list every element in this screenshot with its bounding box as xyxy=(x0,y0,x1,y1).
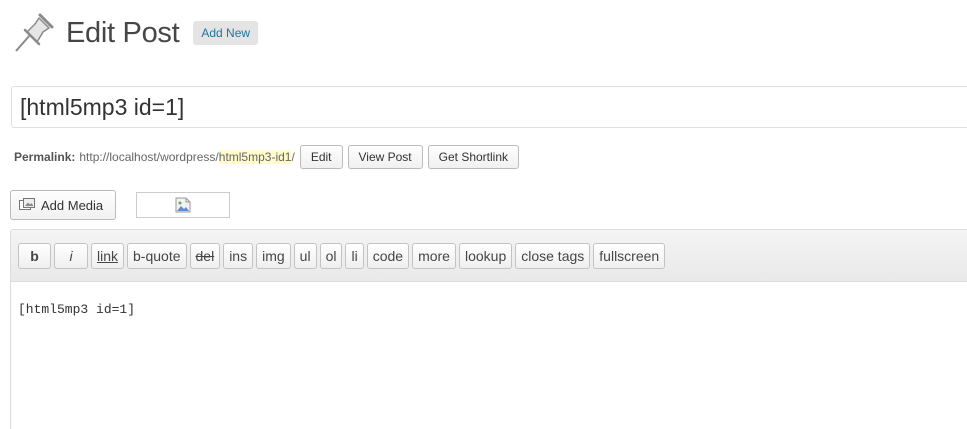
page-title: Edit Post xyxy=(66,16,180,49)
broken-image-icon xyxy=(175,197,191,213)
quicktag-blockquote-button[interactable]: b-quote xyxy=(127,242,187,269)
get-shortlink-button[interactable]: Get Shortlink xyxy=(427,145,520,169)
broken-image[interactable] xyxy=(136,192,231,218)
post-title-input[interactable]: [html5mp3 id=1] xyxy=(11,86,967,128)
pushpin-icon xyxy=(15,13,54,52)
quicktag-fullscreen-button[interactable]: fullscreen xyxy=(593,242,666,269)
quicktag-italic-button[interactable]: i xyxy=(54,242,88,269)
page-header: Edit Post Add New xyxy=(10,8,259,58)
edit-permalink-button[interactable]: Edit xyxy=(299,145,343,169)
permalink-url[interactable]: http://localhost/wordpress/html5mp3-id1/ xyxy=(79,150,295,164)
quicktags-toolbar: b i link b-quote del ins img ul ol li co… xyxy=(11,230,967,282)
quicktag-del-button[interactable]: del xyxy=(189,242,221,269)
quicktag-img-button[interactable]: img xyxy=(256,242,291,269)
quicktag-ul-button[interactable]: ul xyxy=(293,242,317,269)
quicktag-bold-button[interactable]: b xyxy=(18,242,51,269)
media-row: Add Media xyxy=(10,190,231,220)
quicktag-more-button[interactable]: more xyxy=(412,242,456,269)
permalink-slug: html5mp3-id1 xyxy=(218,150,292,164)
permalink-label: Permalink: xyxy=(14,150,76,164)
quicktag-code-button[interactable]: code xyxy=(366,242,410,269)
add-media-label: Add Media xyxy=(41,197,104,213)
quicktag-ins-button[interactable]: ins xyxy=(223,242,254,269)
view-post-button[interactable]: View Post xyxy=(347,145,423,169)
permalink-base-url: http://localhost/wordpress/ xyxy=(79,150,219,164)
quicktag-ol-button[interactable]: ol xyxy=(319,242,343,269)
media-icon xyxy=(19,198,35,210)
editor-box: b i link b-quote del ins img ul ol li co… xyxy=(10,229,967,429)
post-content-textarea[interactable]: [html5mp3 id=1] xyxy=(11,282,967,317)
quicktag-close-tags-button[interactable]: close tags xyxy=(515,242,591,269)
quicktag-link-button[interactable]: link xyxy=(91,242,125,269)
quicktag-li-button[interactable]: li xyxy=(345,242,364,269)
permalink-row: Permalink: http://localhost/wordpress/ht… xyxy=(14,143,520,171)
permalink-suffix: / xyxy=(291,150,295,164)
add-media-button[interactable]: Add Media xyxy=(10,190,117,220)
add-new-button[interactable]: Add New xyxy=(193,21,259,45)
quicktag-lookup-button[interactable]: lookup xyxy=(458,242,513,269)
